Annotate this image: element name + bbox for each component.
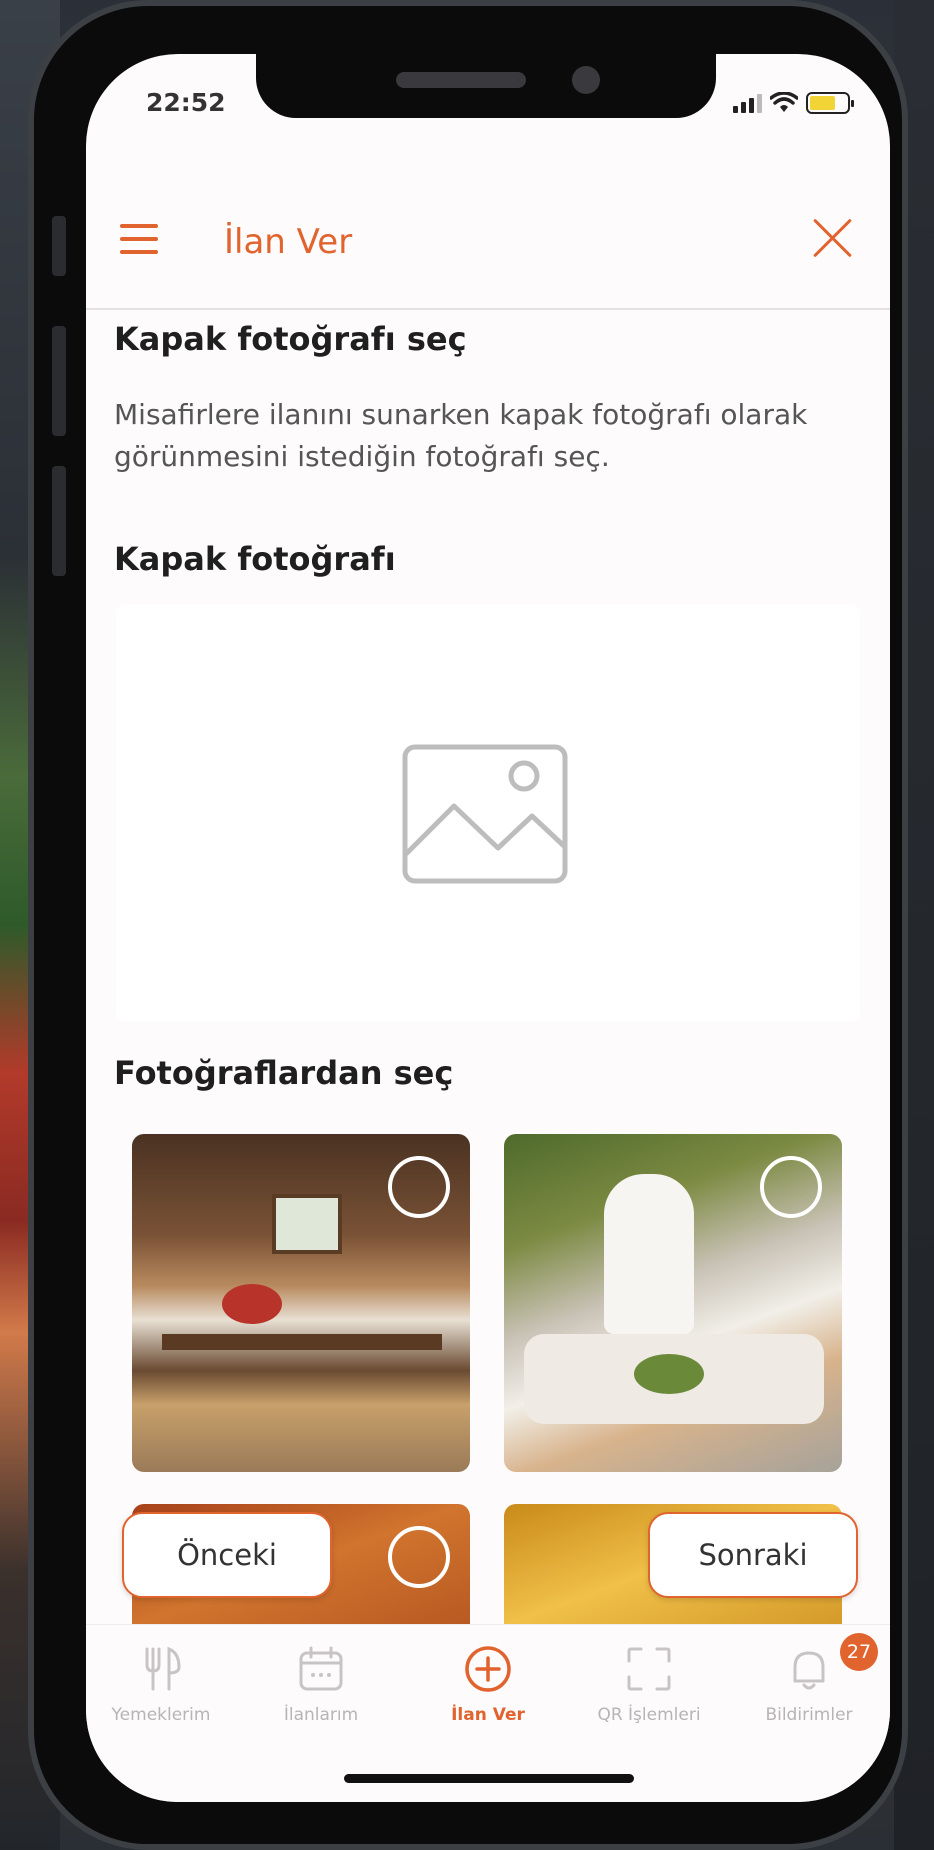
speaker	[396, 72, 526, 88]
photo-window	[272, 1194, 342, 1254]
home-indicator[interactable]	[344, 1774, 634, 1783]
tab-ilanlarim[interactable]: İlanlarım	[246, 1643, 396, 1725]
photo-person	[604, 1174, 694, 1334]
phone-volume-up	[52, 326, 66, 436]
tab-bildirimler[interactable]: 27 Bildirimler	[734, 1633, 884, 1725]
next-button[interactable]: Sonraki	[648, 1512, 858, 1598]
gallery-heading: Fotoğraflardan seç	[114, 1054, 454, 1092]
front-camera	[572, 66, 600, 94]
calendar-icon	[299, 1646, 343, 1691]
photo-flowers	[222, 1284, 282, 1324]
image-placeholder-icon	[402, 744, 568, 884]
photo-select-circle[interactable]	[388, 1526, 450, 1588]
photo-select-circle[interactable]	[388, 1156, 450, 1218]
signal-icon	[733, 93, 762, 113]
previous-button[interactable]: Önceki	[122, 1512, 332, 1598]
photo-table	[162, 1334, 442, 1350]
plus-circle-icon	[465, 1646, 511, 1692]
select-cover-heading: Kapak fotoğrafı seç	[114, 320, 467, 358]
gallery-photo-dinner[interactable]	[504, 1134, 842, 1472]
app-screen: 22:52 İlan Ver Kapak fotoğrafı seç Misaf…	[86, 54, 890, 1802]
gallery-photo-kitchen[interactable]	[132, 1134, 470, 1472]
app-header: İlan Ver	[86, 174, 890, 310]
notification-badge: 27	[840, 1633, 878, 1671]
page-title: İlan Ver	[224, 222, 353, 262]
phone-volume-down	[52, 466, 66, 576]
tab-ilan-ver[interactable]: İlan Ver	[413, 1643, 563, 1725]
tab-label: QR İşlemleri	[597, 1705, 701, 1725]
bell-icon	[793, 1651, 825, 1690]
wifi-icon	[770, 92, 798, 112]
tab-label: Bildirimler	[765, 1705, 853, 1725]
phone-silent-switch	[52, 216, 66, 276]
phone-notch	[256, 54, 716, 118]
close-icon[interactable]	[812, 216, 854, 258]
tab-qr-islemleri[interactable]: QR İşlemleri	[574, 1643, 724, 1725]
select-cover-description: Misafirlere ilanını sunarken kapak fotoğ…	[114, 398, 808, 473]
tab-label: İlan Ver	[451, 1705, 525, 1725]
cover-photo-heading: Kapak fotoğrafı	[114, 540, 396, 578]
photo-select-circle[interactable]	[760, 1156, 822, 1218]
tab-label: İlanlarım	[283, 1705, 359, 1725]
status-icons	[733, 92, 854, 114]
tab-yemeklerim[interactable]: Yemeklerim	[86, 1643, 236, 1725]
tab-label: Yemeklerim	[111, 1705, 211, 1725]
cover-photo-preview[interactable]	[116, 604, 860, 1022]
status-time: 22:52	[146, 88, 226, 117]
qr-scan-icon	[627, 1647, 671, 1691]
battery-icon	[806, 92, 854, 114]
menu-icon[interactable]	[120, 224, 158, 254]
utensils-icon	[145, 1646, 181, 1691]
photo-salad	[634, 1354, 704, 1394]
